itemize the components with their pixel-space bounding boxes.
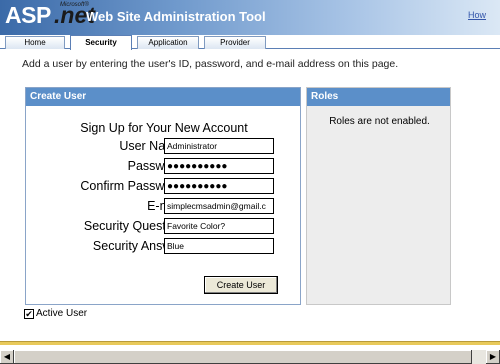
tab-provider[interactable]: Provider [204,36,266,49]
email-input[interactable] [164,198,274,214]
username-row: User Name: [26,138,302,154]
email-row: E-mail: [26,198,302,214]
username-input[interactable] [164,138,274,154]
tab-security[interactable]: Security [70,35,132,50]
intro-text: Add a user by entering the user's ID, pa… [22,58,399,70]
arrow-left-icon[interactable]: ◀ [0,350,14,364]
app-header: ASP .net Microsoft® Web Site Administrat… [0,0,500,35]
footer-divider [0,341,500,345]
confirm-password-input[interactable] [164,178,274,194]
tab-application[interactable]: Application [137,36,199,49]
security-question-input[interactable] [164,218,274,234]
roles-panel: Roles Roles are not enabled. [306,87,451,305]
security-question-row: Security Question: [26,218,302,234]
help-link[interactable]: How [468,10,486,20]
signup-title: Sign Up for Your New Account [80,121,248,135]
logo-microsoft-text: Microsoft® [60,2,89,8]
confirm-password-row: Confirm Password: [26,178,302,194]
scrollbar-thumb[interactable] [14,350,472,364]
security-answer-row: Security Answer: [26,238,302,254]
create-user-panel: Create User Sign Up for Your New Account… [25,87,301,305]
tab-bar: Home Security Application Provider [0,35,500,50]
logo-asp-text: ASP [5,2,51,28]
tab-home[interactable]: Home [5,36,65,49]
password-input[interactable] [164,158,274,174]
page-title: Web Site Administration Tool [86,9,266,24]
horizontal-scrollbar[interactable]: ◀ ▶ [0,350,500,364]
create-user-heading: Create User [26,88,300,106]
roles-message: Roles are not enabled. [329,116,430,127]
create-user-button[interactable]: Create User [204,276,278,294]
active-user-checkbox[interactable]: ✔ [24,309,34,319]
roles-heading: Roles [307,88,450,106]
active-user-label: Active User [36,308,88,319]
security-answer-input[interactable] [164,238,274,254]
arrow-right-icon[interactable]: ▶ [486,350,500,364]
password-row: Password: [26,158,302,174]
